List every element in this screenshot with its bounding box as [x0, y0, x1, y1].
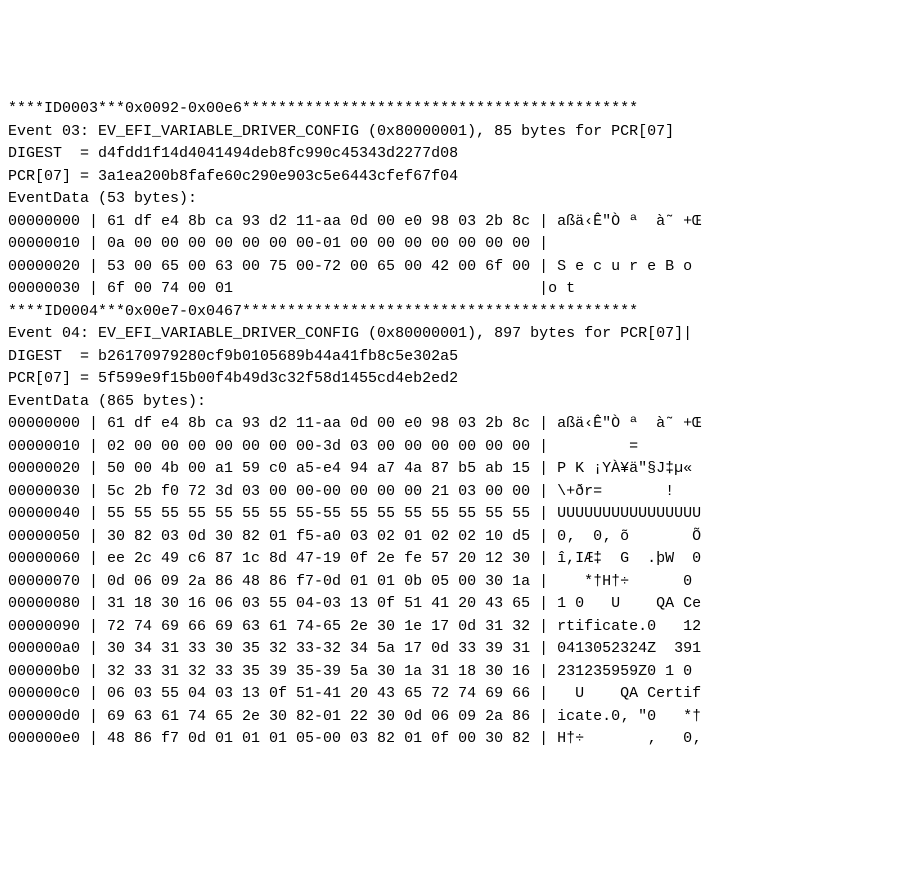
- dump-line: 000000b0 | 32 33 31 32 33 35 39 35-39 5a…: [8, 661, 893, 684]
- dump-line: 00000020 | 50 00 4b 00 a1 59 c0 a5-e4 94…: [8, 458, 893, 481]
- hex-dump: ****ID0003***0x0092-0x00e6**************…: [8, 98, 893, 751]
- dump-line: ****ID0004***0x00e7-0x0467**************…: [8, 301, 893, 324]
- dump-line: 000000d0 | 69 63 61 74 65 2e 30 82-01 22…: [8, 706, 893, 729]
- dump-line: 000000c0 | 06 03 55 04 03 13 0f 51-41 20…: [8, 683, 893, 706]
- dump-line: EventData (53 bytes):: [8, 188, 893, 211]
- dump-line: 00000090 | 72 74 69 66 69 63 61 74-65 2e…: [8, 616, 893, 639]
- dump-line: 00000010 | 02 00 00 00 00 00 00 00-3d 03…: [8, 436, 893, 459]
- dump-line: 00000010 | 0a 00 00 00 00 00 00 00-01 00…: [8, 233, 893, 256]
- dump-line: DIGEST = d4fdd1f14d4041494deb8fc990c4534…: [8, 143, 893, 166]
- dump-line: PCR[07] = 3a1ea200b8fafe60c290e903c5e644…: [8, 166, 893, 189]
- dump-line: 00000080 | 31 18 30 16 06 03 55 04-03 13…: [8, 593, 893, 616]
- dump-line: 00000000 | 61 df e4 8b ca 93 d2 11-aa 0d…: [8, 211, 893, 234]
- dump-line: DIGEST = b26170979280cf9b0105689b44a41fb…: [8, 346, 893, 369]
- dump-line: 00000040 | 55 55 55 55 55 55 55 55-55 55…: [8, 503, 893, 526]
- dump-line: 00000070 | 0d 06 09 2a 86 48 86 f7-0d 01…: [8, 571, 893, 594]
- dump-line: PCR[07] = 5f599e9f15b00f4b49d3c32f58d145…: [8, 368, 893, 391]
- dump-line: ****ID0003***0x0092-0x00e6**************…: [8, 98, 893, 121]
- dump-line: 00000030 | 5c 2b f0 72 3d 03 00 00-00 00…: [8, 481, 893, 504]
- dump-line: 000000e0 | 48 86 f7 0d 01 01 01 05-00 03…: [8, 728, 893, 751]
- dump-line: 00000050 | 30 82 03 0d 30 82 01 f5-a0 03…: [8, 526, 893, 549]
- dump-line: Event 03: EV_EFI_VARIABLE_DRIVER_CONFIG …: [8, 121, 893, 144]
- dump-line: 00000020 | 53 00 65 00 63 00 75 00-72 00…: [8, 256, 893, 279]
- dump-line: 00000060 | ee 2c 49 c6 87 1c 8d 47-19 0f…: [8, 548, 893, 571]
- dump-line: 000000a0 | 30 34 31 33 30 35 32 33-32 34…: [8, 638, 893, 661]
- dump-line: 00000030 | 6f 00 74 00 01 |o t: [8, 278, 893, 301]
- dump-line: 00000000 | 61 df e4 8b ca 93 d2 11-aa 0d…: [8, 413, 893, 436]
- dump-line: EventData (865 bytes):: [8, 391, 893, 414]
- dump-line: Event 04: EV_EFI_VARIABLE_DRIVER_CONFIG …: [8, 323, 893, 346]
